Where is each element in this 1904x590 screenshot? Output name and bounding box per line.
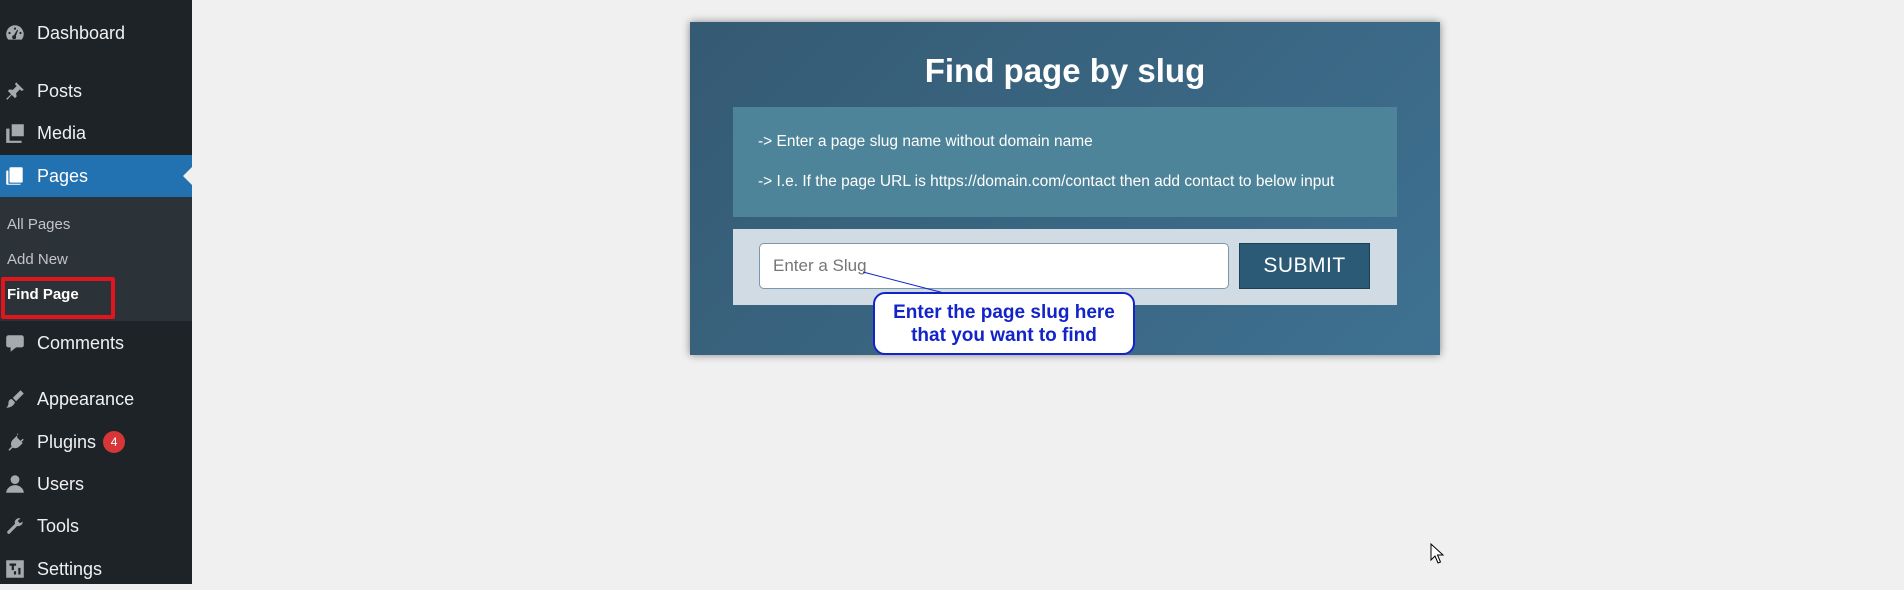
menu-label-plugins: Plugins <box>37 431 97 452</box>
menu-label-users: Users <box>37 473 85 494</box>
submenu-all-pages[interactable]: All Pages <box>7 216 70 233</box>
menu-label-appearance: Appearance <box>37 388 135 409</box>
brush-icon <box>2 386 28 412</box>
menu-label-pages: Pages <box>37 165 89 186</box>
callout-line-1: Enter the page slug here <box>893 301 1115 323</box>
instruction-line-2: -> I.e. If the page URL is https://domai… <box>758 173 1335 190</box>
instructions-box: -> Enter a page slug name without domain… <box>733 107 1397 217</box>
user-icon <box>2 471 28 497</box>
submenu-add-new[interactable]: Add New <box>7 251 68 268</box>
dashboard-icon <box>2 20 28 46</box>
admin-sidebar: Dashboard Posts Media Pages All Pages Ad… <box>0 0 192 584</box>
settings-icon <box>2 556 28 582</box>
callout-line-2: that you want to find <box>911 324 1097 346</box>
plugin-icon <box>2 429 28 455</box>
submit-button[interactable]: SUBMIT <box>1239 243 1370 289</box>
pages-icon <box>2 163 28 189</box>
wrench-icon <box>2 513 28 539</box>
mouse-cursor-icon <box>1430 543 1444 564</box>
menu-label-dashboard: Dashboard <box>37 22 126 43</box>
find-page-highlight-box <box>1 277 115 319</box>
menu-item-plugins[interactable]: Plugins 4 <box>0 421 192 463</box>
menu-item-users[interactable]: Users <box>0 463 192 505</box>
menu-label-tools: Tools <box>37 515 80 536</box>
menu-item-tools[interactable]: Tools <box>0 505 192 547</box>
slug-hint-callout: Enter the page slug here that you want t… <box>873 292 1135 355</box>
menu-item-posts[interactable]: Posts <box>0 70 192 112</box>
menu-item-comments[interactable]: Comments <box>0 322 192 364</box>
slug-input[interactable] <box>759 243 1229 289</box>
menu-item-media[interactable]: Media <box>0 112 192 154</box>
comment-icon <box>2 330 28 356</box>
menu-item-dashboard[interactable]: Dashboard <box>0 12 192 54</box>
menu-label-comments: Comments <box>37 332 125 353</box>
media-icon <box>2 120 28 146</box>
menu-item-pages[interactable]: Pages <box>0 155 192 197</box>
pushpin-icon <box>2 78 28 104</box>
instruction-line-1: -> Enter a page slug name without domain… <box>758 133 1093 150</box>
menu-label-settings: Settings <box>37 558 103 579</box>
menu-label-media: Media <box>37 122 87 143</box>
menu-item-appearance[interactable]: Appearance <box>0 378 192 420</box>
menu-label-posts: Posts <box>37 80 83 101</box>
plugins-update-badge: 4 <box>103 431 126 453</box>
panel-title: Find page by slug <box>924 52 1206 89</box>
